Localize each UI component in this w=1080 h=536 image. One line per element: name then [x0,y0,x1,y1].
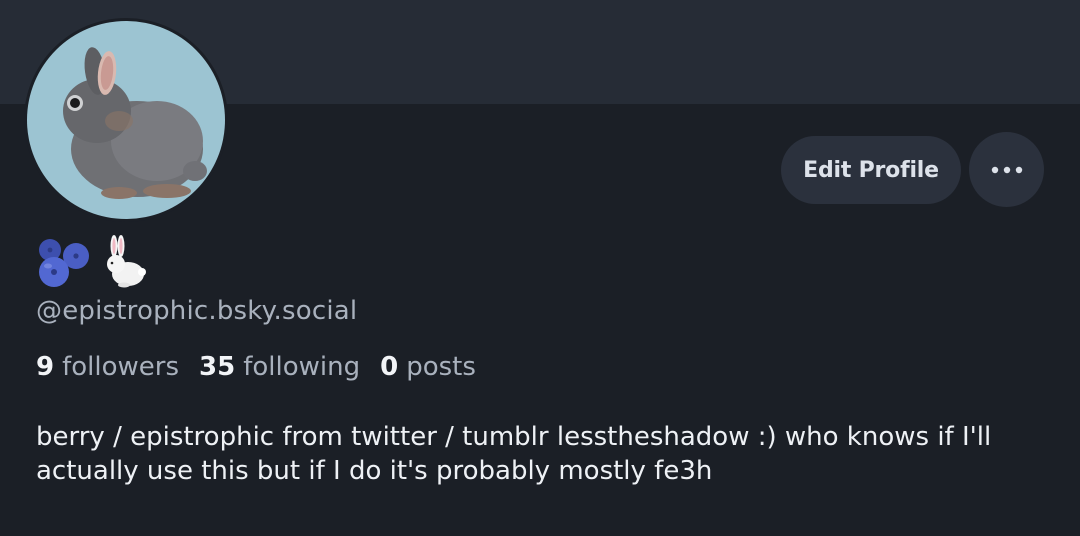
avatar[interactable] [24,18,228,222]
blueberries-icon [39,239,89,287]
more-options-button[interactable] [969,132,1044,207]
following-label: following [243,352,361,382]
following-link[interactable]: 35 following [199,352,360,382]
rabbit-avatar-image [27,21,225,219]
posts-count: 0 [380,352,399,382]
followers-count: 9 [36,352,55,382]
ellipsis-icon [991,166,1022,173]
profile-handle: @epistrophic.bsky.social [36,296,358,326]
rabbit-icon [107,235,146,288]
edit-profile-button[interactable]: Edit Profile [781,136,961,204]
display-name [36,234,148,290]
followers-link[interactable]: 9 followers [36,352,179,382]
posts-label: posts [406,352,476,382]
posts-stat: 0 posts [380,352,476,382]
profile-bio: berry / epistrophic from twitter / tumbl… [36,422,992,486]
followers-label: followers [62,352,180,382]
following-count: 35 [199,352,236,382]
profile-stats: 9 followers 35 following 0 posts [36,352,476,382]
